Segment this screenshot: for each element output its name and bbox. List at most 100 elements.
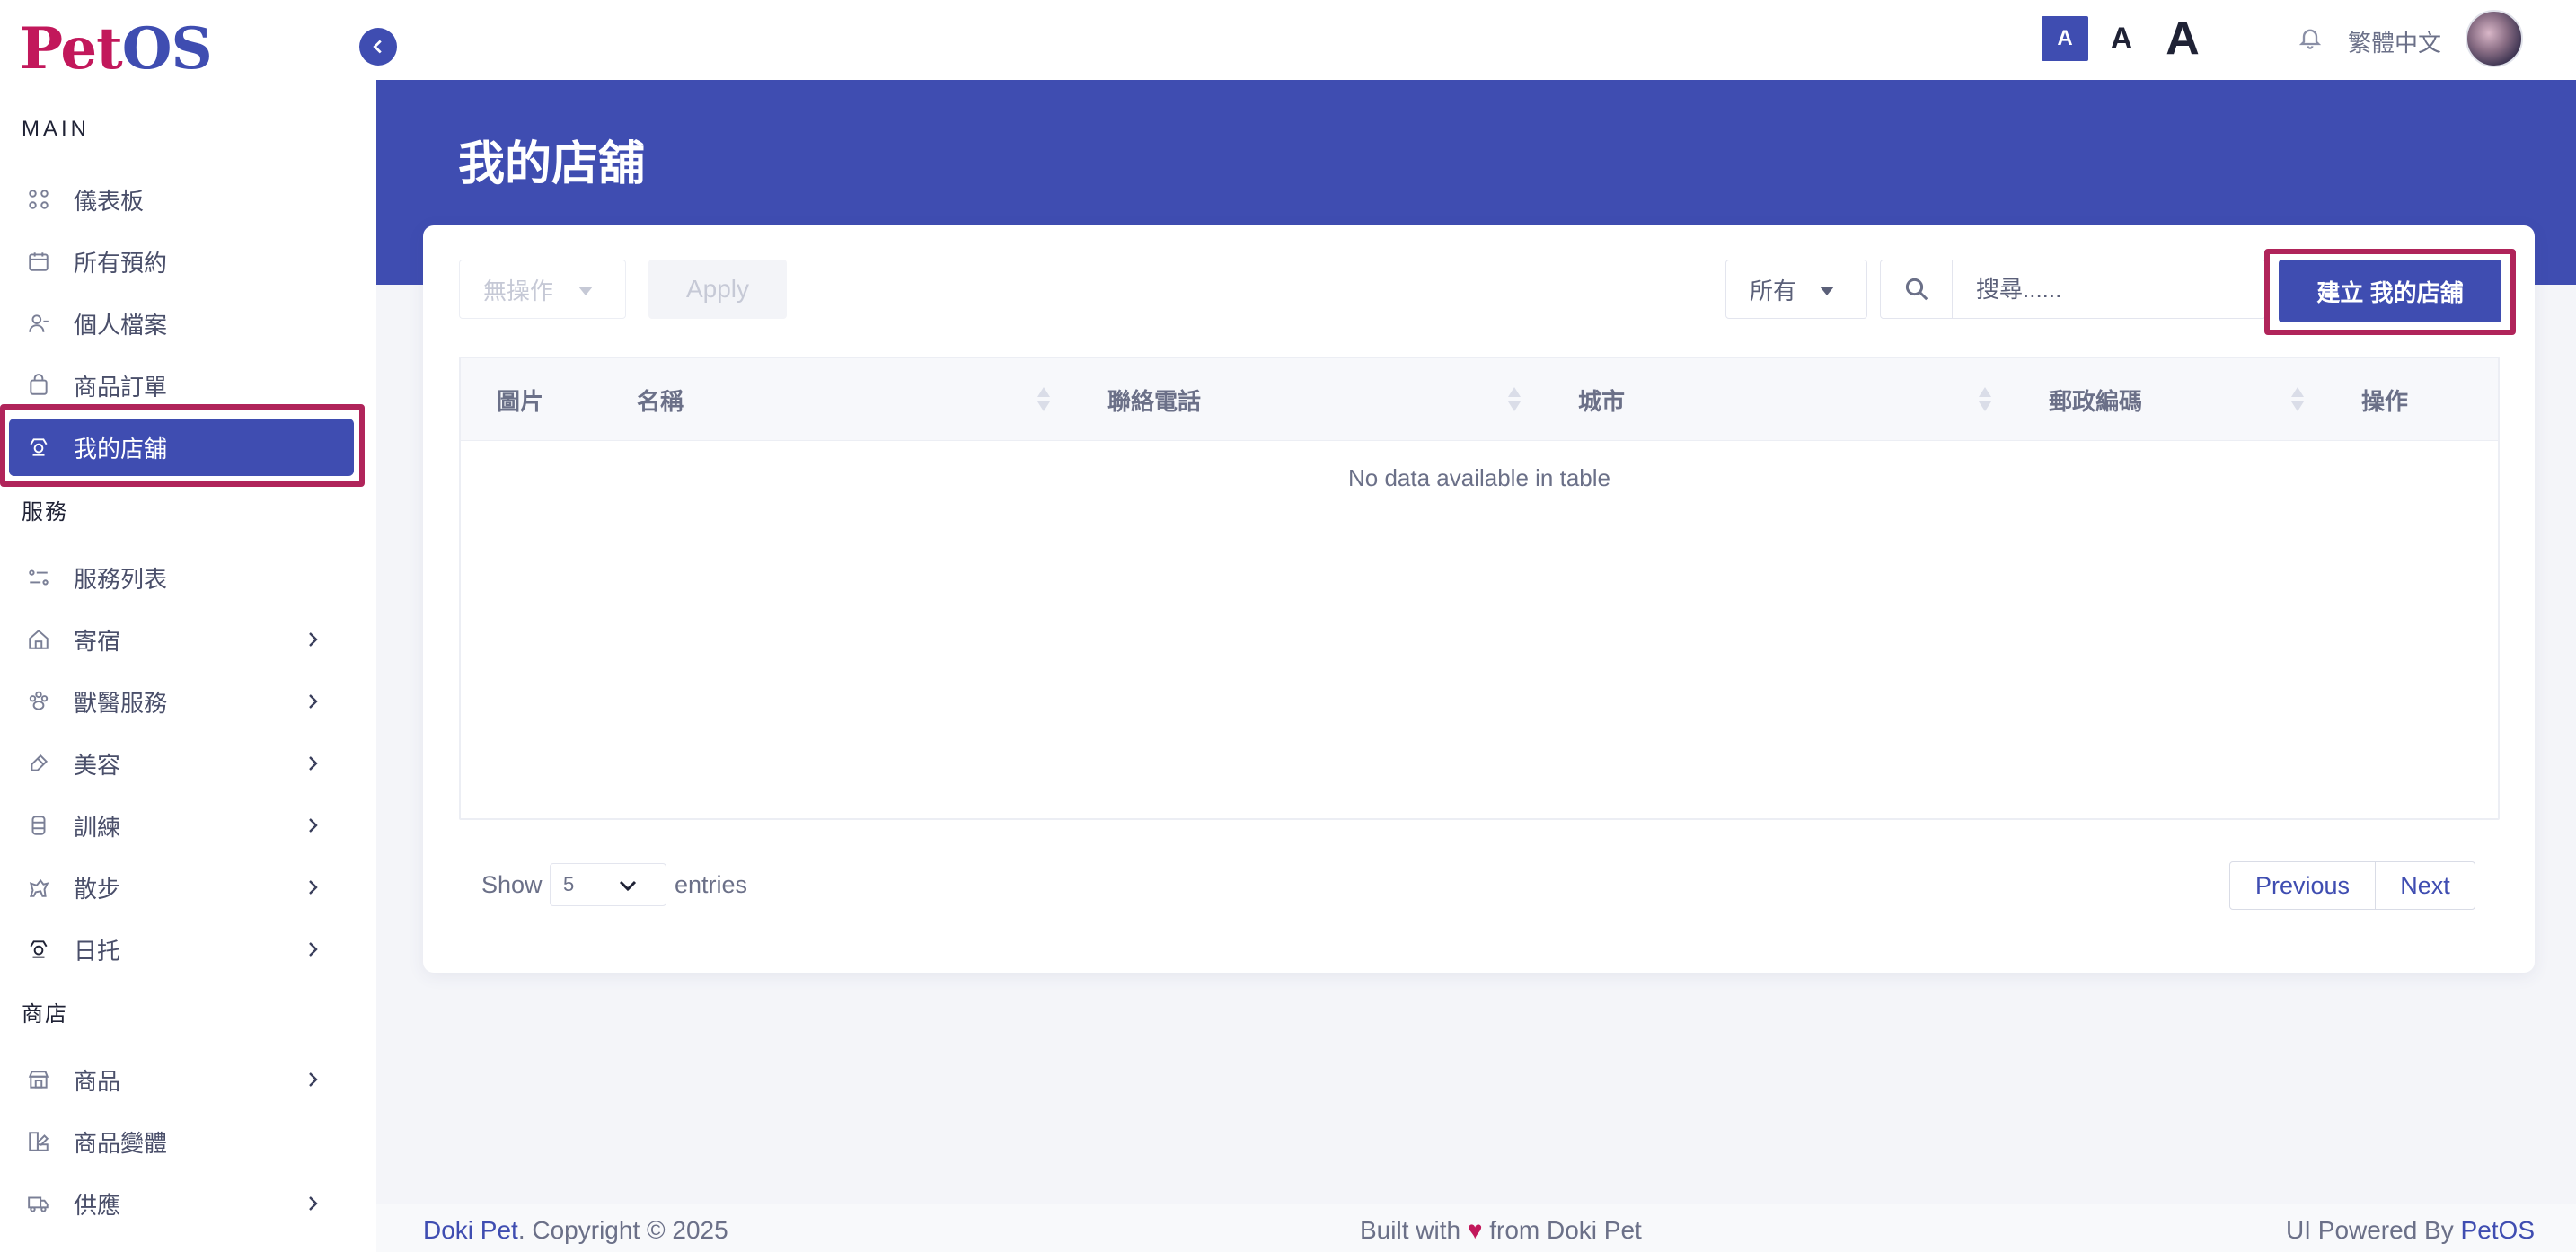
column-header-phone[interactable]: 聯絡電話 [1107, 358, 1201, 441]
empty-table-message: No data available in table [1348, 464, 1610, 491]
home-icon [27, 628, 50, 651]
chevron-right-icon [302, 1069, 323, 1090]
logo[interactable]: PetOS [20, 14, 213, 83]
topbar: A A A 繁體中文 [376, 0, 2576, 80]
sidebar-item-label: 散步 [74, 875, 121, 903]
sidebar-item-label: 服務列表 [74, 565, 168, 593]
chevron-right-icon [302, 753, 323, 774]
search-icon [1881, 260, 1953, 318]
search-box [1880, 260, 2266, 319]
page-size-select[interactable]: 5 [550, 863, 666, 906]
search-input[interactable] [1953, 260, 2258, 318]
sidebar-item-label: 商品 [74, 1067, 121, 1095]
filter-select[interactable]: 所有 [1725, 260, 1867, 319]
sidebar-item-vet[interactable]: 獸醫服務 [0, 671, 359, 732]
page-title: 我的店舖 [458, 138, 646, 190]
column-header-city[interactable]: 城市 [1578, 358, 1625, 441]
sidebar-item-dashboard[interactable]: 儀表板 [0, 169, 359, 230]
caret-down-icon [1820, 287, 1834, 295]
column-header-actions: 操作 [2361, 387, 2409, 415]
heart-icon: ♥ [1467, 1216, 1483, 1244]
sidebar-item-all-bookings[interactable]: 所有預約 [0, 231, 359, 292]
sidebar-item-profile[interactable]: 個人檔案 [0, 293, 359, 354]
sidebar-item-label: 日托 [74, 937, 121, 965]
footer-powered-link[interactable]: PetOS [2461, 1216, 2535, 1244]
shop-icon [27, 1068, 50, 1091]
sidebar-item-label: 寄宿 [74, 627, 121, 655]
sort-icon[interactable] [2291, 387, 2304, 414]
section-title-main: MAIN [22, 117, 90, 141]
sort-icon[interactable] [1979, 387, 1991, 414]
sort-icon[interactable] [1508, 387, 1521, 414]
section-title-shop: 商店 [22, 1002, 68, 1027]
footer-copyright-text: . Copyright © 2025 [517, 1216, 728, 1244]
font-size-large-button[interactable]: A [2154, 13, 2211, 65]
logo-text-os: OS [121, 14, 213, 83]
store-icon [27, 436, 50, 459]
sidebar-item-label: 訓練 [74, 813, 121, 841]
sidebar-item-label: 個人檔案 [74, 311, 168, 339]
footer-brand-link[interactable]: Doki Pet [423, 1216, 518, 1244]
create-store-button[interactable]: 建立 我的店舖 [2279, 260, 2501, 322]
show-label: Show [481, 871, 543, 898]
bag-icon [27, 374, 50, 397]
sidebar-item-supply[interactable]: 供應 [0, 1173, 359, 1234]
sidebar-item-label: 獸醫服務 [74, 689, 168, 717]
sidebar-item-my-store[interactable]: 我的店舖 [9, 419, 354, 476]
bell-icon[interactable] [2298, 25, 2323, 50]
sidebar: PetOS MAIN 儀表板 所有預約 個人檔案 商品訂單 我的店舖 服務 服務… [0, 0, 376, 1252]
caret-down-icon [578, 287, 593, 295]
bulk-action-select[interactable]: 無操作 [459, 260, 626, 319]
chevron-down-icon [619, 880, 637, 892]
language-selector[interactable]: 繁體中文 [2348, 25, 2441, 58]
sidebar-collapse-button[interactable] [359, 28, 397, 66]
sidebar-item-label: 商品訂單 [74, 373, 168, 401]
daycare-icon [27, 938, 50, 961]
sidebar-item-daycare[interactable]: 日托 [0, 919, 359, 980]
chevron-right-icon [302, 629, 323, 650]
column-header-name[interactable]: 名稱 [637, 358, 684, 441]
footer-copyright: Doki Pet. Copyright © 2025 [423, 1216, 728, 1245]
apply-button[interactable]: Apply [648, 260, 787, 319]
sidebar-item-products[interactable]: 商品 [0, 1049, 359, 1110]
sidebar-item-product-variants[interactable]: 商品變體 [0, 1111, 359, 1172]
sidebar-item-label: 美容 [74, 751, 121, 779]
column-header-postal-code[interactable]: 郵政編碼 [2049, 358, 2142, 441]
truck-icon [27, 1192, 50, 1215]
sidebar-item-walking[interactable]: 散步 [0, 857, 359, 918]
column-header-image: 圖片 [497, 387, 544, 415]
sidebar-item-label: 儀表板 [74, 187, 145, 215]
font-size-medium-button[interactable]: A [2102, 16, 2141, 61]
footer-built-prefix: Built with [1360, 1216, 1461, 1244]
data-table: 圖片 名稱 聯絡電話 城市 郵政編碼 操作 No data available … [459, 357, 2500, 820]
sidebar-item-grooming[interactable]: 美容 [0, 733, 359, 794]
walk-icon [27, 876, 50, 899]
sidebar-item-training[interactable]: 訓練 [0, 795, 359, 856]
sidebar-item-service-list[interactable]: 服務列表 [0, 547, 359, 608]
chevron-left-icon [373, 40, 382, 54]
sidebar-item-boarding[interactable]: 寄宿 [0, 609, 359, 670]
sort-icon[interactable] [1037, 387, 1050, 414]
previous-button[interactable]: Previous [2230, 862, 2376, 909]
section-title-services: 服務 [22, 500, 68, 525]
sidebar-item-label: 我的店舖 [74, 435, 168, 463]
table-header: 圖片 名稱 聯絡電話 城市 郵政編碼 操作 [461, 358, 2498, 441]
next-button[interactable]: Next [2376, 862, 2475, 909]
pagination: Previous Next [2229, 861, 2475, 910]
chevron-right-icon [302, 691, 323, 712]
sidebar-item-label: 供應 [74, 1191, 121, 1219]
font-size-small-button[interactable]: A [2042, 16, 2088, 61]
footer-built-suffix: from Doki Pet [1489, 1216, 1642, 1244]
content-card: 無操作 Apply 所有 建立 我的店舖 圖片 名稱 聯絡電話 城市 郵政編碼 … [423, 225, 2535, 973]
chevron-right-icon [302, 815, 323, 836]
footer-powered-by: UI Powered By PetOS [2286, 1216, 2535, 1245]
footer-built-with: Built with ♥ from Doki Pet [1360, 1216, 1642, 1245]
dashboard-icon [27, 188, 50, 211]
calendar-icon [27, 250, 50, 273]
user-icon [27, 312, 50, 335]
filter-value: 所有 [1750, 277, 1797, 304]
chevron-right-icon [302, 877, 323, 898]
brush-icon [27, 752, 50, 775]
bulk-action-value: 無操作 [483, 277, 554, 304]
avatar[interactable] [2466, 10, 2523, 67]
